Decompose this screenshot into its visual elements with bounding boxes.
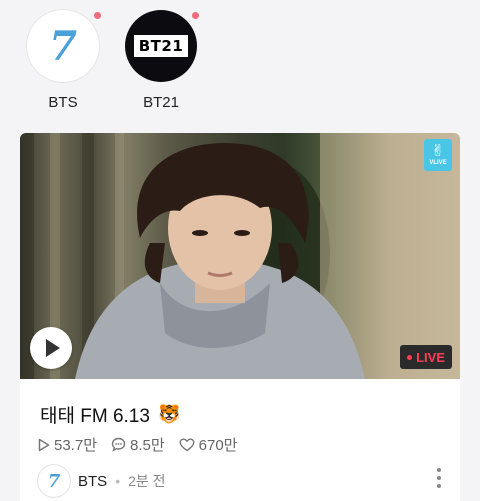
channel-avatar-small[interactable]: 7 — [38, 465, 70, 497]
video-title-row[interactable]: 태태 FM 6.13 🐯 — [40, 401, 180, 428]
like-count: 670만 — [179, 434, 238, 455]
channel-name: BTS — [48, 94, 78, 111]
channel-item-bts[interactable]: 7 BTS — [18, 10, 108, 111]
play-count-icon — [38, 438, 50, 451]
time-ago: 2분 전 — [128, 473, 166, 489]
v-hand-icon: ✌ — [431, 142, 445, 160]
vlive-badge-label: VLIVE — [429, 159, 447, 166]
new-indicator-dot — [94, 12, 101, 19]
comment-icon — [111, 437, 126, 452]
like-count-value: 670만 — [198, 437, 238, 454]
live-label: LIVE — [416, 349, 445, 365]
more-dot — [437, 468, 441, 472]
more-options-icon[interactable] — [436, 468, 442, 488]
channel-list: 7 BTS BT21 BT21 — [0, 0, 480, 125]
bt21-logo: BT21 — [133, 35, 189, 57]
channel-avatar-bts[interactable]: 7 — [27, 10, 101, 82]
thumbnail-illustration — [20, 133, 460, 379]
channel-item-bt21[interactable]: BT21 BT21 — [116, 10, 206, 111]
play-icon — [46, 339, 60, 357]
play-count: 53.7만 — [38, 434, 97, 455]
play-count-value: 53.7만 — [54, 437, 97, 454]
video-meta: 7 BTS • 2분 전 — [38, 465, 166, 497]
comment-count: 8.5만 — [111, 434, 165, 455]
live-dot-icon — [407, 354, 413, 360]
bts-logo: 7 — [49, 22, 77, 70]
new-indicator-dot — [192, 12, 199, 19]
separator-dot: • — [115, 473, 121, 489]
channel-name: BT21 — [143, 94, 179, 111]
heart-icon — [179, 438, 195, 451]
bts-logo-small: 7 — [47, 470, 61, 492]
video-thumbnail[interactable]: ✌ VLIVE LIVE — [20, 133, 460, 379]
more-dot — [437, 476, 441, 480]
video-card[interactable]: ✌ VLIVE LIVE 태태 FM 6.13 🐯 53.7만 8.5만 670… — [20, 133, 460, 501]
comment-count-value: 8.5만 — [130, 437, 165, 454]
video-title: 태태 FM 6.13 — [40, 406, 150, 427]
video-stats: 53.7만 8.5만 670만 — [38, 434, 237, 455]
video-channel-name[interactable]: BTS — [78, 473, 107, 490]
more-dot — [437, 484, 441, 488]
channel-avatar-bt21[interactable]: BT21 — [125, 10, 199, 82]
tiger-emoji-icon: 🐯 — [157, 404, 181, 424]
live-badge: LIVE — [400, 345, 452, 369]
play-button[interactable] — [30, 327, 72, 369]
vlive-badge: ✌ VLIVE — [424, 139, 452, 171]
